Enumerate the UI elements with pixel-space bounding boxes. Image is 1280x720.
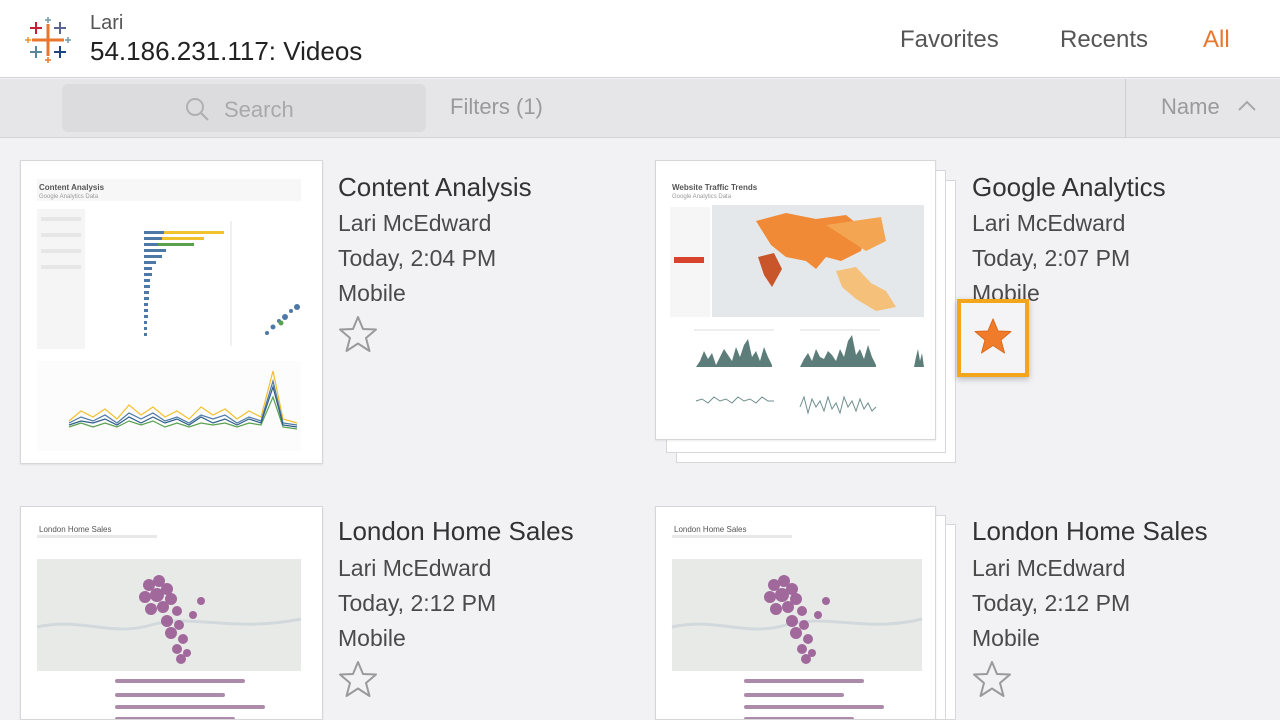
- workbook-modified: Today, 2:12 PM: [972, 590, 1131, 616]
- favorite-star-icon[interactable]: [338, 659, 378, 699]
- thumbnail-title: London Home Sales: [39, 525, 112, 534]
- search-placeholder: Search: [224, 97, 294, 122]
- workbook-thumbnail[interactable]: London Home Sales: [655, 506, 936, 720]
- search-input[interactable]: Search: [62, 84, 426, 132]
- favorite-star-icon[interactable]: [338, 314, 378, 354]
- favorite-star-icon-filled[interactable]: [973, 316, 1013, 356]
- workbook-title[interactable]: Google Analytics: [972, 172, 1166, 203]
- workbook-thumbnail[interactable]: Website Traffic Trends Google Analytics …: [655, 160, 936, 440]
- tableau-logo-icon: [25, 17, 71, 63]
- workbook-thumbnail[interactable]: Content Analysis Google Analytics Data: [20, 160, 323, 464]
- workbook-modified: Today, 2:12 PM: [338, 590, 497, 616]
- thumbnail-title: Website Traffic Trends: [672, 183, 758, 192]
- dashboard-preview-image: [670, 205, 924, 415]
- workbook-modified: Today, 2:04 PM: [338, 245, 497, 271]
- workbook-thumbnail[interactable]: London Home Sales: [20, 506, 323, 720]
- workbook-owner: Lari McEdward: [338, 210, 492, 236]
- tab-all[interactable]: All: [1203, 26, 1230, 54]
- dashboard-preview-image: [671, 535, 923, 719]
- chevron-up-icon[interactable]: [1238, 99, 1256, 111]
- filter-toolbar: Search Filters (1) Name: [0, 79, 1280, 138]
- search-icon: [186, 98, 209, 121]
- tab-favorites[interactable]: Favorites: [900, 26, 999, 54]
- workbook-title[interactable]: Content Analysis: [338, 172, 532, 203]
- filters-button[interactable]: Filters (1): [450, 94, 543, 120]
- workbook-owner: Lari McEdward: [338, 555, 492, 581]
- dashboard-preview-image: [37, 179, 301, 451]
- divider: [1125, 79, 1126, 138]
- thumbnail-title: Content Analysis: [39, 183, 105, 192]
- page-title: 54.186.231.117: Videos: [90, 36, 363, 66]
- dashboard-preview-image: [36, 535, 302, 719]
- workbook-title[interactable]: London Home Sales: [338, 516, 574, 547]
- workbook-modified: Today, 2:07 PM: [972, 245, 1131, 271]
- workbook-project: Mobile: [338, 280, 406, 306]
- workbook-owner: Lari McEdward: [972, 555, 1126, 581]
- workbook-project: Mobile: [972, 625, 1040, 651]
- sort-button[interactable]: Name: [1161, 94, 1220, 120]
- workbook-title[interactable]: London Home Sales: [972, 516, 1208, 547]
- site-name: Lari: [90, 12, 124, 34]
- thumbnail-title: London Home Sales: [674, 525, 747, 534]
- app-header: Lari 54.186.231.117: Videos Favorites Re…: [0, 0, 1280, 78]
- thumbnail-subtitle: Google Analytics Data: [672, 194, 732, 200]
- thumbnail-subtitle: Google Analytics Data: [39, 194, 99, 200]
- favorite-star-icon[interactable]: [972, 659, 1012, 699]
- workbook-owner: Lari McEdward: [972, 210, 1126, 236]
- tab-recents[interactable]: Recents: [1060, 26, 1148, 54]
- workbook-project: Mobile: [338, 625, 406, 651]
